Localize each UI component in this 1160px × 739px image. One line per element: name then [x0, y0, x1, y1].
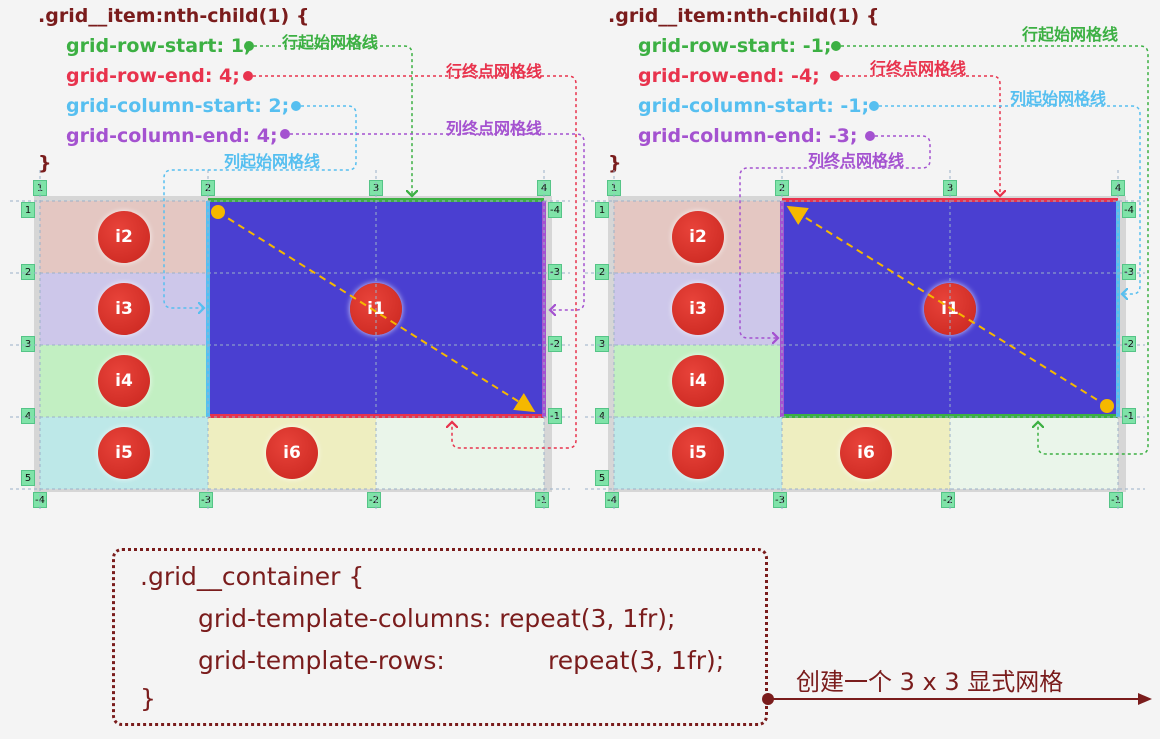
- container-columns-decl: grid-template-columns: repeat(3, 1fr);: [198, 604, 676, 633]
- left-col-end-line: [542, 201, 546, 417]
- right-label-col-end: 列终点网格线: [808, 151, 905, 170]
- right-row-end-decl: grid-row-end: -4;: [638, 65, 820, 87]
- right-ball-i1: i1: [924, 283, 976, 335]
- left-ball-i6: i6: [266, 427, 318, 479]
- left-ball-i5: i5: [98, 427, 150, 479]
- right-col-end-line: [780, 201, 784, 417]
- left-row-start-line: [208, 198, 544, 202]
- left-col-start-line: [206, 201, 210, 417]
- left-col-top-tag: 1: [33, 180, 47, 196]
- right-ball-i3: i3: [672, 283, 724, 335]
- left-col-start-decl: grid-column-start: 2;: [66, 95, 290, 117]
- right-col-start-decl: grid-column-start: -1;: [638, 95, 870, 117]
- left-row-left-tag: 4: [21, 408, 35, 424]
- right-col-bottom-tag: -2: [941, 492, 955, 508]
- right-row-right-tag: -3: [1122, 264, 1136, 280]
- left-col-top-tag: 3: [369, 180, 383, 196]
- right-col-start-line: [1116, 201, 1120, 417]
- right-ball-i4: i4: [672, 355, 724, 407]
- right-row-left-tag: 3: [595, 336, 609, 352]
- right-row-right-tag: -2: [1122, 336, 1136, 352]
- right-row-left-tag: 5: [595, 470, 609, 486]
- left-col-end-decl: grid-column-end: 4;: [66, 125, 278, 147]
- right-col-top-tag: 1: [607, 180, 621, 196]
- left-row-left-tag: 5: [21, 470, 35, 486]
- left-col-top-tag: 4: [537, 180, 551, 196]
- left-label-row-start: 行起始网格线: [282, 33, 379, 52]
- right-cell-empty: [950, 417, 1118, 489]
- left-col-bottom-tag: -4: [33, 492, 47, 508]
- right-col-top-tag: 2: [775, 180, 789, 196]
- container-close-brace: }: [140, 684, 156, 713]
- left-row-left-tag: 2: [21, 264, 35, 280]
- left-col-bottom-tag: -1: [535, 492, 549, 508]
- left-selector: .grid__item:nth-child(1) {: [38, 5, 310, 27]
- right-row-left-tag: 2: [595, 264, 609, 280]
- right-row-right-tag: -1: [1122, 408, 1136, 424]
- right-row-start-decl: grid-row-start: -1;: [638, 35, 832, 57]
- right-ball-i5: i5: [672, 427, 724, 479]
- left-close-brace: }: [38, 152, 52, 174]
- left-col-bottom-tag: -3: [199, 492, 213, 508]
- left-row-start-decl: grid-row-start: 1;: [66, 35, 252, 57]
- left-ball-i3: i3: [98, 283, 150, 335]
- right-col-top-tag: 4: [1111, 180, 1125, 196]
- left-row-right-tag: -3: [548, 264, 562, 280]
- left-row-right-tag: -2: [548, 336, 562, 352]
- right-col-top-tag: 3: [943, 180, 957, 196]
- right-row-left-tag: 4: [595, 408, 609, 424]
- left-cell-empty: [376, 417, 544, 489]
- right-ball-i2: i2: [672, 211, 724, 263]
- right-label-row-end: 行终点网格线: [870, 59, 967, 78]
- right-selector: .grid__item:nth-child(1) {: [608, 5, 880, 27]
- right-row-right-tag: -4: [1122, 202, 1136, 218]
- left-row-right-tag: -4: [548, 202, 562, 218]
- right-row-end-line: [782, 198, 1118, 202]
- container-rows-value: repeat(3, 1fr);: [548, 646, 725, 675]
- left-col-top-tag: 2: [201, 180, 215, 196]
- right-row-start-line: [782, 414, 1118, 418]
- left-ball-i4: i4: [98, 355, 150, 407]
- left-row-end-line: [208, 414, 544, 418]
- left-col-bottom-tag: -2: [367, 492, 381, 508]
- right-label-row-start: 行起始网格线: [1022, 25, 1119, 44]
- left-row-end-decl: grid-row-end: 4;: [66, 65, 240, 87]
- caption-explicit-grid: 创建一个 3 x 3 显式网格: [796, 668, 1064, 696]
- left-ball-i1: i1: [350, 283, 402, 335]
- left-row-right-tag: -1: [548, 408, 562, 424]
- left-ball-i2: i2: [98, 211, 150, 263]
- left-label-col-end: 列终点网格线: [446, 119, 543, 138]
- left-label-col-start: 列起始网格线: [224, 152, 321, 171]
- left-label-row-end: 行终点网格线: [446, 62, 543, 81]
- right-close-brace: }: [608, 152, 622, 174]
- right-col-bottom-tag: -4: [605, 492, 619, 508]
- right-label-col-start: 列起始网格线: [1010, 89, 1107, 108]
- right-row-left-tag: 1: [595, 202, 609, 218]
- left-row-left-tag: 3: [21, 336, 35, 352]
- container-rows-prop: grid-template-rows:: [198, 646, 445, 675]
- right-ball-i6: i6: [840, 427, 892, 479]
- right-col-bottom-tag: -1: [1109, 492, 1123, 508]
- right-col-bottom-tag: -3: [773, 492, 787, 508]
- left-row-left-tag: 1: [21, 202, 35, 218]
- right-col-end-decl: grid-column-end: -3;: [638, 125, 858, 147]
- container-selector: .grid__container {: [140, 562, 365, 591]
